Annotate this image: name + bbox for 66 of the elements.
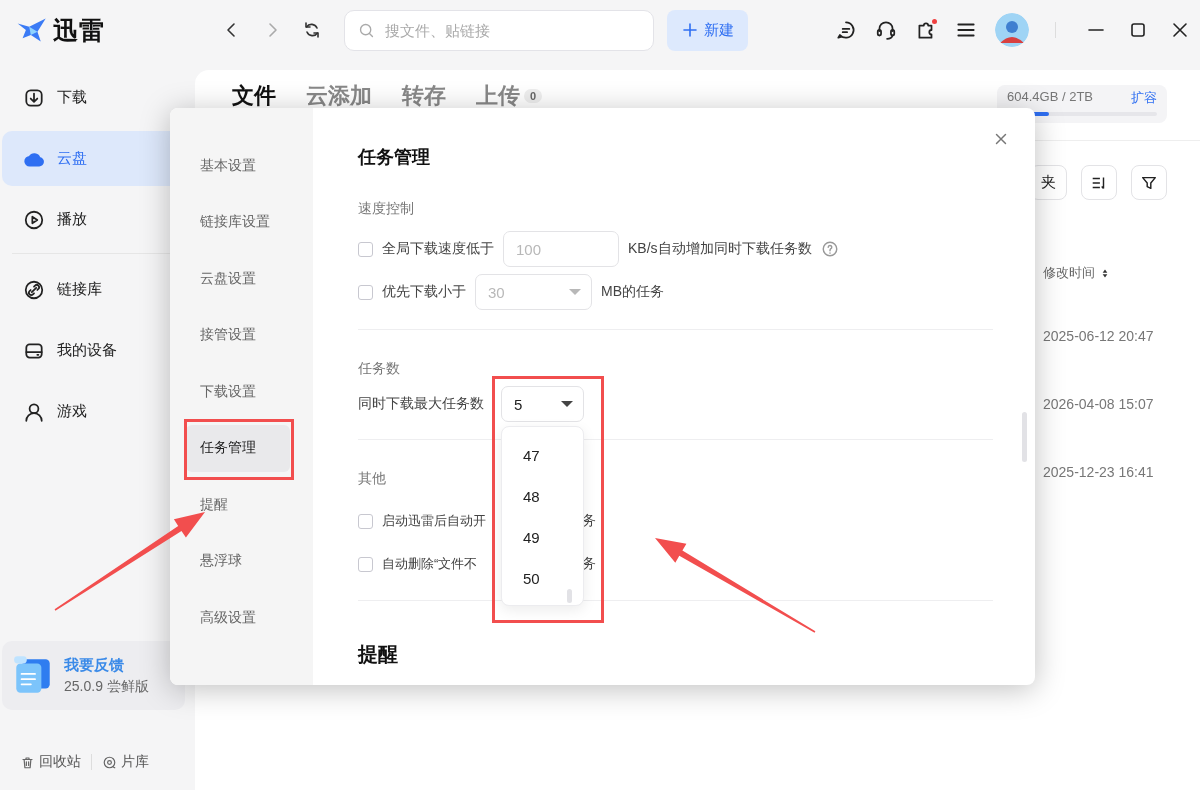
sort-icon bbox=[1101, 267, 1109, 279]
disc-icon bbox=[102, 754, 117, 770]
caret-icon bbox=[569, 289, 581, 295]
sort-button[interactable] bbox=[1081, 165, 1117, 200]
dropdown-option[interactable]: 48 bbox=[502, 476, 583, 517]
dropdown-option[interactable]: 49 bbox=[502, 517, 583, 558]
feedback-card[interactable]: 我要反馈 25.0.9 尝鲜版 bbox=[2, 641, 185, 710]
sidebar-item[interactable]: 下载 bbox=[2, 70, 190, 125]
storage-usage: 604.4GB / 2TB bbox=[1007, 89, 1093, 106]
filter-button[interactable] bbox=[1131, 165, 1167, 200]
search-field[interactable]: 搜文件、贴链接 bbox=[344, 9, 654, 51]
dropdown[interactable]: 5 bbox=[501, 386, 584, 422]
caret-icon bbox=[561, 401, 573, 407]
chat-icon[interactable] bbox=[835, 19, 857, 41]
column-header[interactable]: 修改时间 bbox=[1043, 264, 1109, 282]
option-label: 优先下载小于 bbox=[382, 283, 466, 301]
sidebar-link[interactable]: 回收站 bbox=[20, 753, 81, 771]
option-label: 全局下载速度低于 bbox=[382, 240, 494, 258]
version-label: 25.0.9 尝鲜版 bbox=[64, 677, 149, 696]
table-cell-text: 2026-04-08 15:07 bbox=[1043, 396, 1155, 412]
play-icon bbox=[23, 208, 45, 231]
section-title: 提醒 bbox=[358, 642, 399, 667]
refresh-icon[interactable] bbox=[302, 20, 322, 40]
new-button[interactable]: 新建 bbox=[667, 9, 748, 51]
link-icon bbox=[23, 278, 45, 301]
feedback-title: 我要反馈 bbox=[64, 655, 125, 675]
count-badge: 0 bbox=[524, 89, 543, 103]
plus-icon bbox=[681, 22, 698, 38]
option-label: 务 bbox=[582, 512, 596, 530]
option-label: MB的任务 bbox=[601, 283, 664, 301]
settings-nav-item[interactable]: 任务管理 bbox=[186, 424, 290, 472]
tab[interactable]: 文件 bbox=[232, 81, 276, 111]
scrollbar-thumb[interactable] bbox=[1022, 412, 1027, 462]
table-cell-text: 2025-12-23 16:41 bbox=[1043, 464, 1155, 480]
tab[interactable]: 转存 bbox=[402, 81, 446, 111]
avatar[interactable] bbox=[995, 13, 1029, 47]
option-label: 同时下载最大任务数 bbox=[358, 395, 484, 413]
settings-nav-item[interactable]: 提醒 bbox=[186, 481, 290, 528]
sidebar-link[interactable]: 片库 bbox=[102, 753, 149, 771]
settings-nav-item[interactable]: 悬浮球 bbox=[186, 537, 290, 585]
option-label: KB/s自动增加同时下载任务数 bbox=[628, 240, 812, 258]
section-title: 任务管理 bbox=[358, 146, 431, 169]
person-icon bbox=[23, 400, 45, 423]
trash-icon bbox=[20, 754, 35, 770]
group-label: 速度控制 bbox=[358, 199, 415, 218]
tab[interactable]: 上传 0 bbox=[476, 81, 543, 111]
scrollbar-thumb[interactable] bbox=[567, 589, 572, 603]
dropdown-option[interactable]: 50 bbox=[502, 558, 583, 599]
search-icon bbox=[358, 21, 375, 39]
option-label: 务 bbox=[582, 555, 596, 573]
tab[interactable]: 云添加 bbox=[306, 81, 372, 111]
group-label: 任务数 bbox=[358, 359, 401, 378]
close-icon[interactable] bbox=[1170, 20, 1190, 40]
settings-nav-item[interactable]: 高级设置 bbox=[186, 594, 290, 641]
option-label: 自动删除“文件不 bbox=[382, 555, 479, 573]
table-cell-text: 2025-06-12 20:47 bbox=[1043, 328, 1155, 344]
checkbox[interactable] bbox=[358, 513, 373, 529]
maximize-icon[interactable] bbox=[1128, 20, 1148, 40]
download-icon bbox=[23, 86, 45, 109]
checkbox[interactable] bbox=[358, 556, 373, 572]
group-label: 其他 bbox=[358, 469, 387, 488]
expand-link[interactable]: 扩容 bbox=[1131, 89, 1157, 107]
headset-icon[interactable] bbox=[875, 19, 897, 41]
dropdown-option[interactable]: 47 bbox=[502, 435, 583, 476]
option-label: 启动迅雷后自动开 bbox=[382, 512, 487, 530]
app-title: 迅雷 bbox=[53, 14, 105, 46]
